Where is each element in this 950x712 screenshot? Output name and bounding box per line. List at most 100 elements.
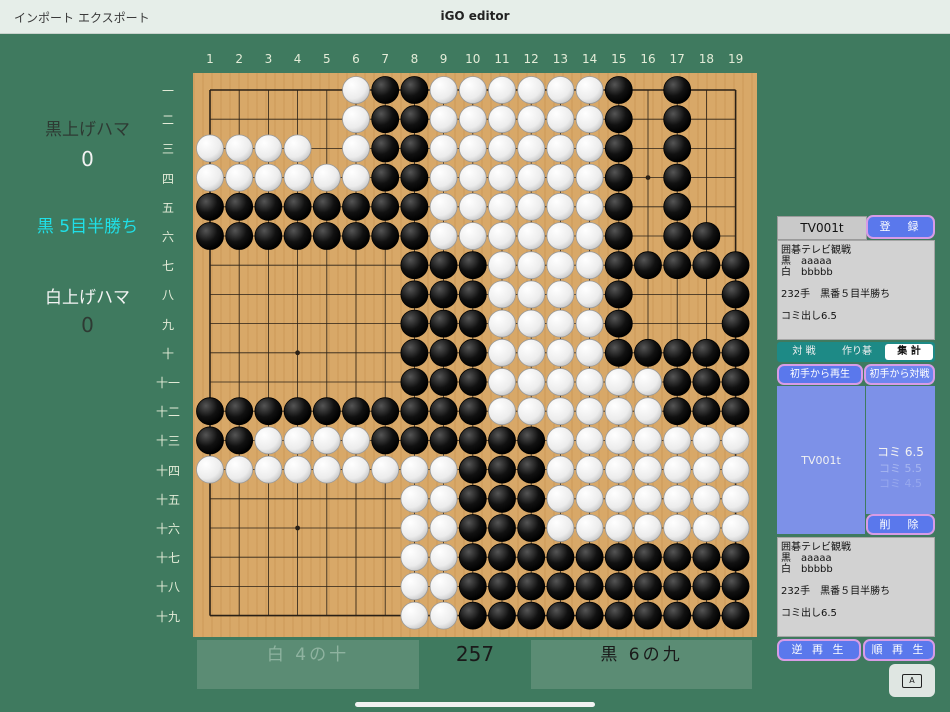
black-stone[interactable] [196, 426, 224, 455]
white-stone[interactable] [342, 105, 370, 134]
black-stone[interactable] [458, 368, 487, 396]
white-stone[interactable] [634, 484, 662, 513]
black-stone[interactable] [663, 543, 692, 572]
white-stone[interactable] [488, 163, 516, 192]
delete-button[interactable]: 削 除 [866, 514, 935, 535]
forward-play-button[interactable]: 順 再 生 [863, 639, 935, 661]
white-stone[interactable] [254, 134, 283, 163]
black-stone[interactable] [721, 280, 750, 309]
white-stone[interactable] [225, 455, 254, 484]
white-stone[interactable] [400, 514, 429, 542]
white-stone[interactable] [575, 338, 604, 367]
black-stone[interactable] [604, 76, 633, 104]
black-stone[interactable] [721, 543, 750, 572]
black-stone[interactable] [517, 514, 546, 542]
white-stone[interactable] [546, 192, 575, 221]
black-stone[interactable] [196, 397, 224, 426]
black-stone[interactable] [458, 601, 487, 630]
white-stone[interactable] [575, 309, 604, 338]
black-stone[interactable] [458, 338, 487, 367]
black-stone[interactable] [488, 601, 516, 630]
black-stone[interactable] [604, 163, 633, 192]
white-stone[interactable] [604, 455, 633, 484]
white-stone[interactable] [517, 105, 546, 134]
white-stone[interactable] [429, 543, 458, 572]
tab-build[interactable]: 作り碁 [831, 342, 883, 362]
white-stone[interactable] [400, 484, 429, 513]
black-stone[interactable] [225, 397, 254, 426]
register-button[interactable]: 登 録 [866, 215, 935, 239]
black-stone[interactable] [225, 426, 254, 455]
white-stone[interactable] [575, 251, 604, 280]
white-stone[interactable] [488, 222, 516, 250]
white-stone[interactable] [575, 514, 604, 542]
black-stone[interactable] [634, 251, 662, 280]
white-stone[interactable] [429, 134, 458, 163]
tab-summary[interactable]: 集 計 [885, 344, 933, 360]
white-stone[interactable] [692, 484, 721, 513]
white-stone[interactable] [254, 455, 283, 484]
white-stone[interactable] [575, 134, 604, 163]
white-stone[interactable] [546, 251, 575, 280]
black-stone[interactable] [604, 572, 633, 601]
black-stone[interactable] [663, 338, 692, 367]
white-stone[interactable] [546, 105, 575, 134]
white-stone[interactable] [254, 163, 283, 192]
white-stone[interactable] [721, 514, 750, 542]
white-stone[interactable] [517, 338, 546, 367]
black-stone[interactable] [400, 426, 429, 455]
black-stone[interactable] [517, 455, 546, 484]
black-stone[interactable] [400, 105, 429, 134]
white-stone[interactable] [575, 484, 604, 513]
white-stone[interactable] [575, 455, 604, 484]
black-stone[interactable] [283, 192, 312, 221]
white-stone[interactable] [342, 134, 370, 163]
white-stone[interactable] [634, 368, 662, 396]
black-stone[interactable] [663, 368, 692, 396]
black-stone[interactable] [400, 338, 429, 367]
white-stone[interactable] [663, 426, 692, 455]
white-stone[interactable] [458, 192, 487, 221]
komi-option[interactable]: コミ 4.5 [866, 475, 935, 491]
black-stone[interactable] [429, 397, 458, 426]
white-stone[interactable] [546, 222, 575, 250]
black-stone[interactable] [400, 309, 429, 338]
white-stone[interactable] [546, 134, 575, 163]
white-stone[interactable] [604, 484, 633, 513]
white-stone[interactable] [575, 368, 604, 396]
black-stone[interactable] [488, 514, 516, 542]
white-stone[interactable] [429, 572, 458, 601]
white-stone[interactable] [575, 222, 604, 250]
black-stone[interactable] [517, 572, 546, 601]
white-stone[interactable] [692, 455, 721, 484]
white-stone[interactable] [458, 76, 487, 104]
black-stone[interactable] [546, 572, 575, 601]
white-stone[interactable] [429, 163, 458, 192]
black-stone[interactable] [458, 251, 487, 280]
black-stone[interactable] [196, 222, 224, 250]
white-stone[interactable] [546, 368, 575, 396]
white-stone[interactable] [429, 484, 458, 513]
white-stone[interactable] [634, 397, 662, 426]
white-stone[interactable] [488, 134, 516, 163]
record-list[interactable]: TV001t [777, 386, 865, 534]
black-stone[interactable] [692, 397, 721, 426]
white-stone[interactable] [196, 455, 224, 484]
white-stone[interactable] [342, 163, 370, 192]
white-stone[interactable] [225, 163, 254, 192]
black-stone[interactable] [663, 601, 692, 630]
white-stone[interactable] [546, 280, 575, 309]
black-stone[interactable] [458, 543, 487, 572]
white-stone[interactable] [429, 76, 458, 104]
white-stone[interactable] [517, 192, 546, 221]
black-stone[interactable] [721, 572, 750, 601]
black-stone[interactable] [604, 338, 633, 367]
black-stone[interactable] [429, 368, 458, 396]
black-stone[interactable] [371, 134, 400, 163]
white-stone[interactable] [488, 368, 516, 396]
white-stone[interactable] [546, 76, 575, 104]
white-stone[interactable] [546, 484, 575, 513]
white-stone[interactable] [575, 397, 604, 426]
black-stone[interactable] [721, 338, 750, 367]
black-stone[interactable] [604, 601, 633, 630]
